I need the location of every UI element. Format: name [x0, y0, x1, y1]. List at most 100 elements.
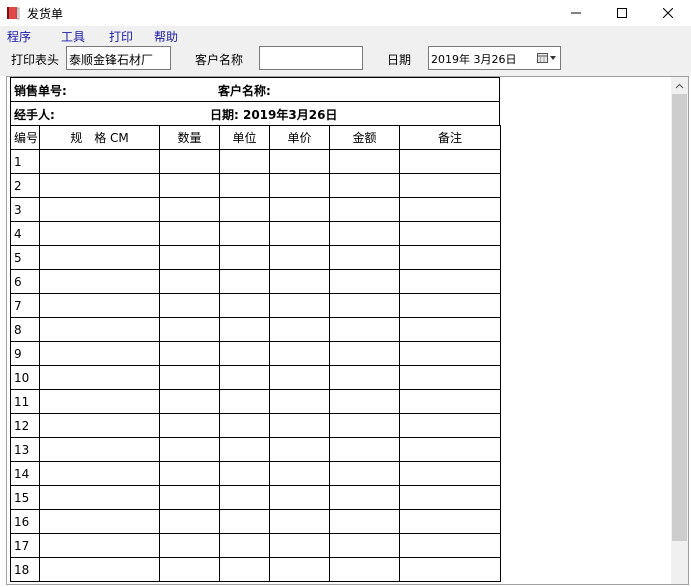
- table-cell[interactable]: [399, 269, 501, 294]
- table-cell[interactable]: [39, 461, 160, 486]
- table-cell[interactable]: [219, 413, 270, 438]
- table-cell[interactable]: [269, 293, 330, 318]
- table-cell[interactable]: [329, 413, 400, 438]
- table-cell[interactable]: [399, 389, 501, 414]
- table-cell[interactable]: [39, 365, 160, 390]
- table-cell[interactable]: [159, 365, 220, 390]
- print-header-input[interactable]: 泰顺金锋石材厂: [66, 46, 171, 70]
- table-cell[interactable]: [329, 509, 400, 534]
- row-number-cell[interactable]: 4: [10, 221, 40, 246]
- table-cell[interactable]: [219, 461, 270, 486]
- table-cell[interactable]: [39, 437, 160, 462]
- table-cell[interactable]: [159, 437, 220, 462]
- row-number-cell[interactable]: 15: [10, 485, 40, 510]
- table-cell[interactable]: [329, 269, 400, 294]
- table-cell[interactable]: [39, 245, 160, 270]
- table-cell[interactable]: [269, 389, 330, 414]
- table-cell[interactable]: [399, 173, 501, 198]
- scroll-up-button[interactable]: [671, 77, 688, 94]
- table-cell[interactable]: [269, 197, 330, 222]
- table-cell[interactable]: [399, 413, 501, 438]
- table-cell[interactable]: [219, 365, 270, 390]
- row-number-cell[interactable]: 14: [10, 461, 40, 486]
- row-number-cell[interactable]: 3: [10, 197, 40, 222]
- table-cell[interactable]: [399, 245, 501, 270]
- table-cell[interactable]: [159, 293, 220, 318]
- menu-print[interactable]: 打印: [109, 28, 133, 45]
- table-cell[interactable]: [399, 317, 501, 342]
- table-cell[interactable]: [329, 533, 400, 558]
- table-cell[interactable]: [329, 197, 400, 222]
- table-cell[interactable]: [399, 461, 501, 486]
- table-cell[interactable]: [329, 149, 400, 174]
- table-cell[interactable]: [219, 533, 270, 558]
- table-cell[interactable]: [399, 341, 501, 366]
- table-cell[interactable]: [219, 149, 270, 174]
- table-cell[interactable]: [159, 149, 220, 174]
- table-cell[interactable]: [219, 389, 270, 414]
- table-cell[interactable]: [219, 269, 270, 294]
- table-cell[interactable]: [39, 389, 160, 414]
- table-cell[interactable]: [269, 365, 330, 390]
- row-number-cell[interactable]: 18: [10, 557, 40, 582]
- table-cell[interactable]: [269, 341, 330, 366]
- table-cell[interactable]: [269, 269, 330, 294]
- table-cell[interactable]: [39, 509, 160, 534]
- row-number-cell[interactable]: 8: [10, 317, 40, 342]
- row-number-cell[interactable]: 11: [10, 389, 40, 414]
- table-cell[interactable]: [399, 509, 501, 534]
- table-cell[interactable]: [159, 341, 220, 366]
- table-cell[interactable]: [219, 341, 270, 366]
- table-cell[interactable]: [329, 317, 400, 342]
- table-cell[interactable]: [329, 173, 400, 198]
- table-cell[interactable]: [269, 221, 330, 246]
- table-cell[interactable]: [269, 245, 330, 270]
- table-cell[interactable]: [329, 485, 400, 510]
- table-cell[interactable]: [39, 341, 160, 366]
- table-cell[interactable]: [159, 245, 220, 270]
- table-cell[interactable]: [399, 533, 501, 558]
- table-cell[interactable]: [329, 341, 400, 366]
- table-cell[interactable]: [39, 557, 160, 582]
- table-cell[interactable]: [159, 509, 220, 534]
- table-cell[interactable]: [329, 365, 400, 390]
- table-cell[interactable]: [269, 437, 330, 462]
- table-cell[interactable]: [39, 533, 160, 558]
- table-cell[interactable]: [399, 485, 501, 510]
- table-cell[interactable]: [399, 149, 501, 174]
- table-cell[interactable]: [329, 293, 400, 318]
- row-number-cell[interactable]: 7: [10, 293, 40, 318]
- row-number-cell[interactable]: 12: [10, 413, 40, 438]
- table-cell[interactable]: [399, 221, 501, 246]
- table-cell[interactable]: [399, 365, 501, 390]
- row-number-cell[interactable]: 5: [10, 245, 40, 270]
- table-cell[interactable]: [159, 557, 220, 582]
- table-cell[interactable]: [159, 461, 220, 486]
- calendar-dropdown-button[interactable]: [536, 50, 558, 66]
- row-number-cell[interactable]: 10: [10, 365, 40, 390]
- table-cell[interactable]: [39, 173, 160, 198]
- minimize-button[interactable]: [553, 0, 599, 26]
- table-cell[interactable]: [269, 173, 330, 198]
- scrollbar-thumb[interactable]: [672, 94, 687, 541]
- table-cell[interactable]: [219, 437, 270, 462]
- table-cell[interactable]: [329, 461, 400, 486]
- table-cell[interactable]: [219, 245, 270, 270]
- table-cell[interactable]: [269, 413, 330, 438]
- row-number-cell[interactable]: 6: [10, 269, 40, 294]
- table-cell[interactable]: [329, 557, 400, 582]
- table-cell[interactable]: [329, 389, 400, 414]
- table-cell[interactable]: [39, 269, 160, 294]
- table-cell[interactable]: [39, 413, 160, 438]
- row-number-cell[interactable]: 1: [10, 149, 40, 174]
- table-cell[interactable]: [39, 317, 160, 342]
- table-cell[interactable]: [159, 317, 220, 342]
- table-cell[interactable]: [39, 149, 160, 174]
- row-number-cell[interactable]: 16: [10, 509, 40, 534]
- table-cell[interactable]: [159, 221, 220, 246]
- table-cell[interactable]: [219, 509, 270, 534]
- table-cell[interactable]: [39, 293, 160, 318]
- table-cell[interactable]: [219, 557, 270, 582]
- table-cell[interactable]: [269, 149, 330, 174]
- table-cell[interactable]: [219, 293, 270, 318]
